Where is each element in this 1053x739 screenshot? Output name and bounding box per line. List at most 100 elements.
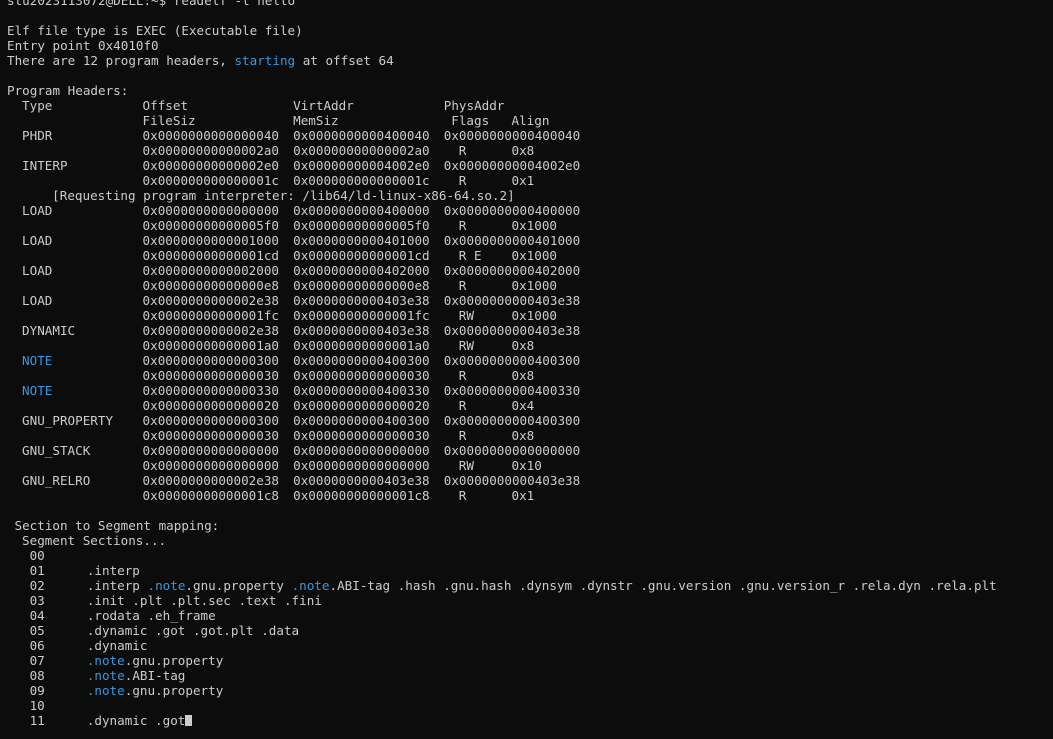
segment-align: 0x1 xyxy=(511,488,535,503)
segment-align: 0x8 xyxy=(511,338,535,353)
segment-sections: .init .plt .plt.sec .text .fini xyxy=(87,593,322,608)
segment-number: 01 xyxy=(29,563,45,578)
segment-sections: .note.ABI-tag xyxy=(87,668,186,683)
segment-physaddr: 0x0000000000402000 xyxy=(443,263,581,278)
section-names: .gnu.property xyxy=(185,578,292,593)
segment-offset: 0x0000000000000300 xyxy=(142,353,280,368)
section-names: .rodata .eh_frame xyxy=(86,608,216,623)
segment-align: 0x1 xyxy=(511,173,535,188)
segment-flags: RW xyxy=(458,308,474,323)
mapping-header-text: Segment Sections... xyxy=(22,533,167,548)
segment-virtaddr: 0x0000000000400330 xyxy=(293,383,430,398)
segment-filesiz: 0x00000000000001fc xyxy=(142,308,280,323)
segment-filesiz: 0x00000000000000e8 xyxy=(142,278,280,293)
column-memsiz: MemSiz xyxy=(293,113,339,128)
segment-virtaddr: 0x0000000000403e38 xyxy=(293,293,430,308)
segment-align: 0x10 xyxy=(511,458,542,473)
column-flags: Flags xyxy=(451,113,490,128)
shell-prompt: stu2023113072@DELL:~$ xyxy=(7,0,174,8)
segment-align: 0x8 xyxy=(511,428,535,443)
segment-number: 00 xyxy=(29,548,45,563)
section-names: .ABI-tag .hash .gnu.hash .dynsym .dynstr… xyxy=(329,578,997,593)
segment-align: 0x1000 xyxy=(511,248,558,263)
segment-virtaddr: 0x0000000000400040 xyxy=(293,128,430,143)
segment-flags: R xyxy=(458,278,467,293)
segment-memsiz: 0x00000000000001fc xyxy=(293,308,430,323)
terminal-window[interactable]: stu2023113072@DELL:~$ readelf -l hello El… xyxy=(0,0,1053,739)
segment-physaddr: 0x00000000004002e0 xyxy=(443,158,581,173)
section-names: .gnu.property xyxy=(124,653,224,668)
segment-number: 05 xyxy=(29,623,45,638)
segment-memsiz: 0x00000000000002a0 xyxy=(293,143,430,158)
prompt-line: stu2023113072@DELL:~$ readelf -l hello xyxy=(7,0,295,8)
segment-type: LOAD xyxy=(22,263,53,278)
interpreter-note-text: [Requesting program interpreter: /lib64/… xyxy=(52,188,515,203)
section-names: .dynamic xyxy=(86,638,148,653)
note-keyword: .note xyxy=(147,578,186,593)
segment-align: 0x8 xyxy=(511,368,535,383)
segment-physaddr: 0x0000000000400330 xyxy=(443,383,581,398)
segment-offset: 0x0000000000001000 xyxy=(142,233,280,248)
note-keyword: .note xyxy=(291,578,330,593)
segment-sections: .dynamic .got xyxy=(87,713,193,728)
segment-physaddr: 0x0000000000401000 xyxy=(443,233,581,248)
column-filesiz: FileSiz xyxy=(142,113,196,128)
segment-filesiz: 0x00000000000001c8 xyxy=(142,488,280,503)
column-physaddr: PhysAddr xyxy=(443,98,505,113)
segment-number: 10 xyxy=(29,698,45,713)
segment-flags: R xyxy=(458,428,467,443)
section-names: .interp xyxy=(86,563,140,578)
segment-virtaddr: 0x0000000000400300 xyxy=(293,353,430,368)
program-headers-title-text: Program Headers: xyxy=(7,83,129,98)
segment-memsiz: 0x0000000000000030 xyxy=(293,428,430,443)
segment-virtaddr: 0x0000000000400000 xyxy=(293,203,430,218)
segment-filesiz: 0x0000000000000030 xyxy=(142,368,280,383)
segment-physaddr: 0x0000000000403e38 xyxy=(443,323,581,338)
segment-align: 0x1000 xyxy=(511,278,558,293)
segment-physaddr: 0x0000000000400300 xyxy=(443,413,581,428)
segment-virtaddr: 0x0000000000400300 xyxy=(293,413,430,428)
segment-type: LOAD xyxy=(22,293,53,308)
segment-number: 08 xyxy=(29,668,45,683)
segment-filesiz: 0x000000000000001c xyxy=(142,173,280,188)
note-keyword: .note xyxy=(86,683,125,698)
segment-type: GNU_STACK xyxy=(22,443,91,458)
segment-memsiz: 0x00000000000001cd xyxy=(293,248,430,263)
column-type: Type xyxy=(22,98,53,113)
segment-flags: RW xyxy=(458,458,474,473)
segment-filesiz: 0x0000000000000020 xyxy=(142,398,280,413)
segment-offset: 0x0000000000002e38 xyxy=(142,323,280,338)
section-names: .gnu.property xyxy=(124,683,224,698)
note-keyword: .note xyxy=(86,668,125,683)
segment-physaddr: 0x0000000000000000 xyxy=(443,443,581,458)
segment-virtaddr: 0x00000000004002e0 xyxy=(293,158,430,173)
segment-number: 04 xyxy=(29,608,45,623)
segment-offset: 0x0000000000000300 xyxy=(142,413,280,428)
segment-memsiz: 0x00000000000005f0 xyxy=(293,218,430,233)
entry-point: Entry point 0x4010f0 xyxy=(7,38,159,53)
segment-sections: .note.gnu.property xyxy=(87,683,224,698)
segment-virtaddr: 0x0000000000403e38 xyxy=(293,323,430,338)
segment-virtaddr: 0x0000000000403e38 xyxy=(293,473,430,488)
segment-offset: 0x0000000000000330 xyxy=(142,383,280,398)
segment-align: 0x1000 xyxy=(511,218,558,233)
segment-memsiz: 0x00000000000001a0 xyxy=(293,338,430,353)
mapping-title-text: Section to Segment mapping: xyxy=(14,518,220,533)
segment-sections: .interp .note.gnu.property .note.ABI-tag… xyxy=(87,578,997,593)
segment-type: INTERP xyxy=(22,158,68,173)
segment-number: 06 xyxy=(29,638,45,653)
segment-virtaddr: 0x0000000000000000 xyxy=(293,443,430,458)
segment-filesiz: 0x00000000000002a0 xyxy=(142,143,280,158)
segment-memsiz: 0x0000000000000030 xyxy=(293,368,430,383)
segment-type: NOTE xyxy=(22,353,53,368)
column-align: Align xyxy=(511,113,550,128)
segment-virtaddr: 0x0000000000402000 xyxy=(293,263,430,278)
segment-offset: 0x0000000000000000 xyxy=(142,203,280,218)
count-prefix: There are 12 program headers, xyxy=(7,53,235,68)
segment-number: 09 xyxy=(29,683,45,698)
segment-filesiz: 0x0000000000000000 xyxy=(142,458,280,473)
text-cursor xyxy=(185,715,193,726)
segment-sections: .rodata .eh_frame xyxy=(87,608,216,623)
program-headers-title: Program Headers: xyxy=(7,83,128,98)
segment-type: DYNAMIC xyxy=(22,323,76,338)
